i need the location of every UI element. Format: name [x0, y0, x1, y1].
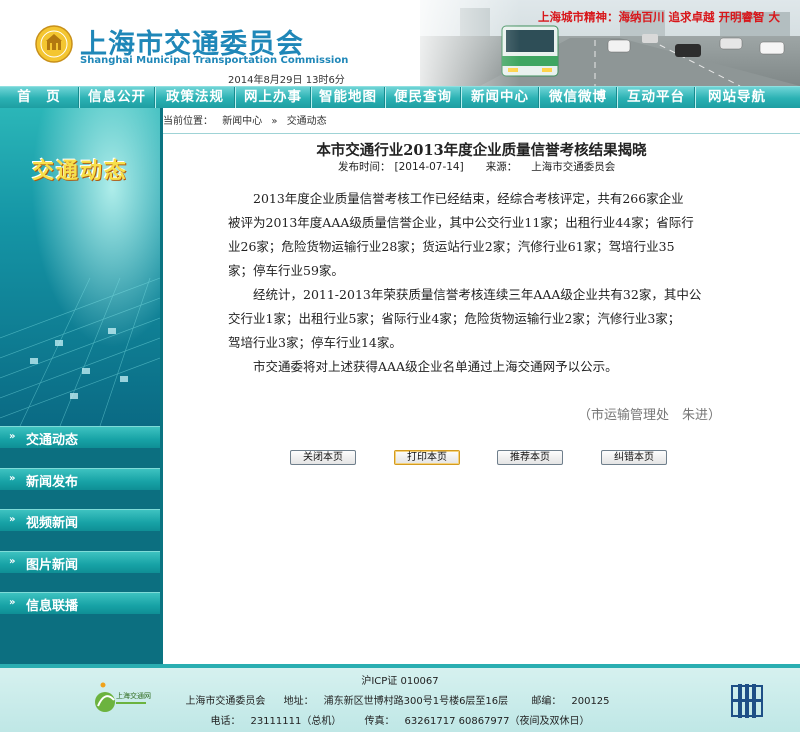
article-title: 本市交通行业2013年度企业质量信誉考核结果揭晓 [316, 142, 647, 159]
nav-item-info-disclosure[interactable]: 信息公开 [80, 87, 154, 108]
header-date: 2014年8月29日 13时6分 [228, 75, 345, 86]
main-nav: 首 页 信息公开 政策法规 网上办事 智能地图 便民查询 新闻中心 微信微博 互… [0, 86, 800, 108]
source-value: 上海市交通委员会 [531, 161, 616, 173]
footer-phone: 23111111（总机） [250, 716, 342, 727]
nav-item-site-navigation[interactable]: 网站导航 [696, 87, 778, 108]
report-error-button[interactable]: 纠错本页 [601, 450, 667, 465]
sidebar-banner-title: 交通动态 [31, 159, 128, 184]
nav-item-wechat-weibo[interactable]: 微信微博 [540, 87, 616, 108]
sidebar-item-photo-news[interactable]: » 图片新闻 [0, 551, 160, 573]
article-paragraph: 市交通委将对上述获得AAA级企业名单通过上海交通网予以公示。 [228, 355, 738, 379]
close-page-button[interactable]: 关闭本页 [290, 450, 356, 465]
breadcrumb-link-news-center[interactable]: 新闻中心 [222, 116, 262, 127]
nav-item-interactive-platform[interactable]: 互动平台 [618, 87, 694, 108]
article-signature: （市运输管理处 朱进） [578, 408, 722, 423]
article-paragraph: 2013年度企业质量信誉考核工作已经结束，经综合考核评定，共有266家企业 被评… [228, 187, 738, 283]
sidebar-item-press-release[interactable]: » 新闻发布 [0, 468, 160, 490]
breadcrumb-link-traffic-news[interactable]: 交通动态 [287, 116, 327, 127]
paragraph-line: 2013年度企业质量信誉考核工作已经结束，经综合考核评定，共有266家企业 [228, 191, 684, 206]
article-paragraph: 经统计，2011-2013年荣获质量信誉考核连续三年AAA级企业共有32家，其中… [228, 283, 738, 355]
double-chevron-right-icon: » [9, 514, 16, 525]
commission-emblem-icon [35, 25, 73, 63]
sidebar-item-label: 交通动态 [26, 433, 79, 448]
footer-postcode-label: 邮编： [531, 696, 562, 707]
breadcrumb-divider [163, 133, 800, 134]
city-slogan: 上海城市精神：海纳百川 追求卓越 开明睿智 大 [538, 10, 781, 24]
footer-fax-label: 传真： [364, 716, 395, 727]
footer-fax: 63261717 60867977（夜间及双休日） [404, 716, 590, 727]
sidebar-item-info-broadcast[interactable]: » 信息联播 [0, 592, 160, 614]
double-chevron-right-icon: » [9, 473, 16, 484]
paragraph-line: 市交通委将对上述获得AAA级企业名单通过上海交通网予以公示。 [228, 359, 618, 374]
paragraph-line: 家；停车行业59家。 [228, 263, 344, 278]
nav-item-public-query[interactable]: 便民查询 [386, 87, 460, 108]
sidebar-item-traffic-news[interactable]: » 交通动态 [0, 426, 160, 448]
site-name-english: Shanghai Municipal Transportation Commis… [80, 55, 349, 66]
breadcrumb: 当前位置： 新闻中心 » 交通动态 [163, 112, 333, 130]
recommend-page-button[interactable]: 推荐本页 [497, 450, 563, 465]
source-label: 来源： [485, 161, 518, 173]
print-page-button[interactable]: 打印本页 [394, 450, 460, 465]
article-panel: 当前位置： 新闻中心 » 交通动态 本市交通行业2013年度企业质量信誉考核结果… [163, 108, 800, 664]
nav-item-home[interactable]: 首 页 [0, 87, 78, 108]
double-chevron-right-icon: » [9, 431, 16, 442]
double-chevron-right-icon: » [9, 556, 16, 567]
paragraph-line: 业26家；危险货物运输行业28家；货运站行业2家；汽修行业61家；驾培行业35 [228, 239, 675, 254]
nav-item-smart-map[interactable]: 智能地图 [312, 87, 384, 108]
footer-org: 上海市交通委员会 [185, 696, 266, 707]
footer-postcode: 200125 [571, 696, 610, 707]
article-meta: 发布时间： [2014-07-14] 来源： 上海市交通委员会 [338, 159, 619, 174]
breadcrumb-separator: » [271, 116, 278, 127]
footer-contact-line: 电话： 23111111（总机） 传真： 63261717 60867977（夜间及… [0, 712, 800, 727]
sidebar-item-label: 图片新闻 [26, 558, 79, 573]
sidebar-item-label: 新闻发布 [26, 475, 79, 490]
nav-item-online-services[interactable]: 网上办事 [236, 87, 310, 108]
nav-item-news-center[interactable]: 新闻中心 [462, 87, 538, 108]
sidebar-item-video-news[interactable]: » 视频新闻 [0, 509, 160, 531]
publish-label: 发布时间： [338, 161, 391, 173]
site-header: 上海市交通委员会 Shanghai Municipal Transportati… [0, 0, 800, 86]
government-emblem-icon [731, 684, 763, 718]
paragraph-line: 被评为2013年度AAA级质量信誉企业，其中公交行业11家；出租行业44家；省际… [228, 215, 694, 230]
footer-address-label: 地址： [283, 696, 314, 707]
sidebar: 交通动态 » 交通动态 » 新闻发布 » 视频新闻 » 图片新闻 » 信息联播 [0, 108, 160, 664]
paragraph-line: 驾培行业3家；停车行业14家。 [228, 335, 402, 350]
site-footer: 上海交通网 沪ICP证 010067 上海市交通委员会 地址： 浦东新区世博村路3… [0, 664, 800, 732]
breadcrumb-prefix: 当前位置： [163, 116, 213, 127]
footer-address: 浦东新区世博村路300号1号楼6层至16层 [323, 696, 509, 707]
sidebar-item-label: 信息联播 [26, 599, 79, 614]
footer-phone-label: 电话： [210, 716, 241, 727]
double-chevron-right-icon: » [9, 597, 16, 608]
paragraph-line: 交行业1家；出租行业5家；省际行业4家；危险货物运输行业2家；汽修行业3家； [228, 311, 681, 326]
paragraph-line: 经统计，2011-2013年荣获质量信誉考核连续三年AAA级企业共有32家，其中… [228, 287, 702, 302]
sidebar-item-label: 视频新闻 [26, 516, 79, 531]
nav-item-policies[interactable]: 政策法规 [156, 87, 234, 108]
footer-icp: 沪ICP证 010067 [361, 676, 439, 687]
publish-date: [2014-07-14] [394, 161, 464, 173]
footer-address-line: 上海市交通委员会 地址： 浦东新区世博村路300号1号楼6层至16层 邮编： 200… [0, 692, 800, 707]
